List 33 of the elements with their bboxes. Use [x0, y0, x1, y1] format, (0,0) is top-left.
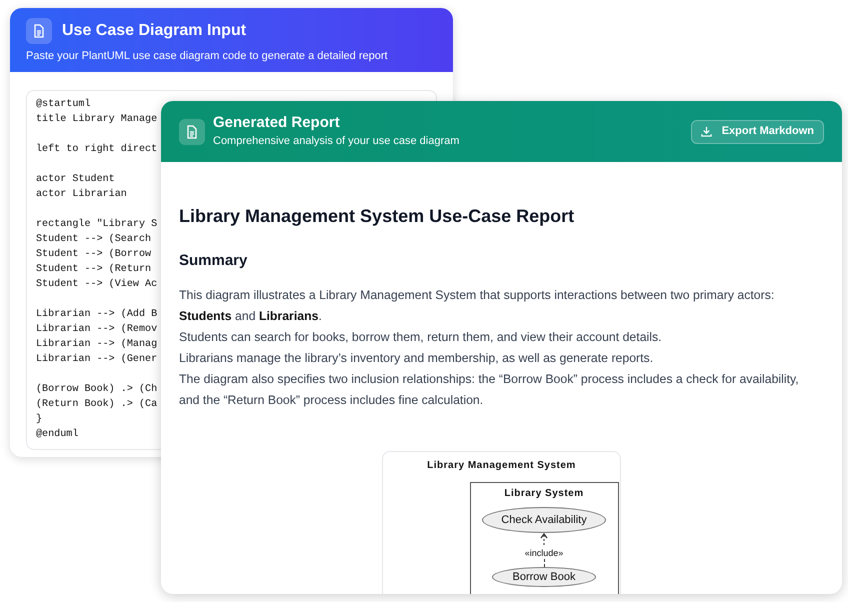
diagram-title: Library Management System: [427, 459, 576, 473]
code-line: Librarian --> (Gener: [36, 352, 158, 367]
section-heading: Summary: [179, 251, 248, 271]
code-line: Student --> (Search: [36, 232, 152, 247]
code-line: actor Student: [36, 172, 115, 187]
use-case-ellipse: Check Availability: [482, 507, 606, 533]
code-line: Student --> (View Ac: [36, 278, 158, 292]
boundary-title: Library System: [504, 487, 584, 501]
card-title: Use Case Diagram Input: [62, 21, 246, 41]
card-subtitle: Paste your PlantUML use case diagram code to generate a detailed report: [26, 49, 389, 64]
summary-text: This diagram illustrates a Library Management System that supports interactions between two primary actors: Students and Librarians.: [179, 287, 776, 325]
code-line: }: [36, 412, 42, 427]
code-line: Student --> (Borrow: [36, 248, 152, 262]
code-line: Librarian --> (Remov: [36, 322, 158, 337]
code-line: left to right direct: [36, 142, 158, 157]
code-line: rectangle "Library S: [36, 218, 158, 232]
code-line: @startuml: [36, 98, 91, 112]
code-line: (Return Book) .> (Ca: [36, 398, 158, 412]
relation-label: «include»: [524, 547, 564, 559]
code-line: Student --> (Return: [36, 262, 152, 277]
code-line: Librarian --> (Manag: [36, 338, 158, 352]
card-subtitle: Comprehensive analysis of your use case diagram: [213, 134, 460, 150]
code-line: actor Librarian: [36, 188, 127, 202]
summary-text: Librarians manage the library’s inventory and membership, as well as generate reports.: [179, 350, 654, 367]
code-line: @enduml: [36, 428, 78, 442]
use-case-ellipse: Borrow Book: [492, 567, 596, 587]
summary-text: The diagram also specifies two inclusion relationships: the “Borrow Book” process includes a check for availability, and the “Return Book” process includes fine calculation.: [179, 371, 800, 409]
code-line: Librarian --> (Add B: [36, 308, 158, 322]
code-line: title Library Manage: [36, 112, 158, 127]
card-title: Generated Report: [213, 113, 341, 134]
summary-text: Students can search for books, borrow them, return them, and view their account details.: [179, 329, 663, 346]
report-heading: Library Management System Use-Case Report: [179, 205, 576, 228]
code-line: (Borrow Book) .> (Ch: [36, 382, 158, 397]
